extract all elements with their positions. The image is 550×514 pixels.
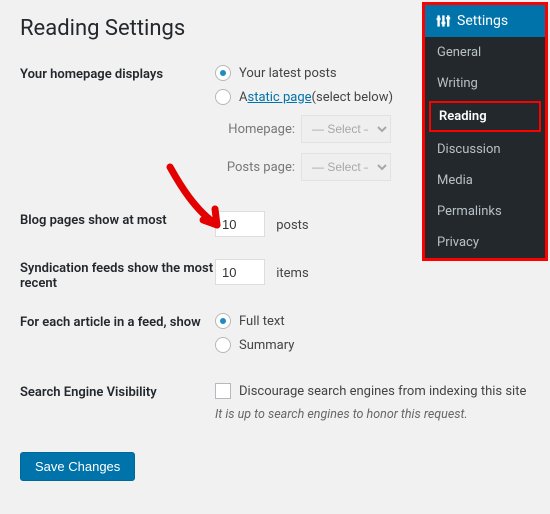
row-search-visibility: Search Engine Visibility Discourage sear… [20,383,530,422]
checkbox-discourage-input[interactable] [215,383,231,399]
radio-latest-posts-input[interactable] [215,65,231,81]
blog-pages-input[interactable] [215,211,265,237]
sidebar-item-media[interactable]: Media [425,165,545,196]
sidebar-header-label: Settings [457,13,508,29]
radio-summary-label: Summary [239,338,294,353]
label-blog-pages: Blog pages show at most [20,211,215,228]
syndication-input[interactable] [215,259,265,285]
row-syndication: Syndication feeds show the most recent i… [20,259,530,291]
label-feed-article: For each article in a feed, show [20,313,215,330]
blog-pages-unit: posts [276,218,308,233]
radio-latest-posts-label: Your latest posts [239,66,337,81]
label-syndication: Syndication feeds show the most recent [20,259,215,291]
checkbox-discourage[interactable]: Discourage search engines from indexing … [215,383,530,399]
postspage-select[interactable]: — Select — [301,153,391,181]
radio-static-page-input[interactable] [215,89,231,105]
radio-summary-input[interactable] [215,337,231,353]
radio-full-text-input[interactable] [215,313,231,329]
sidebar-header[interactable]: Settings [425,5,545,37]
settings-sidebar: Settings General Writing Reading Discuss… [422,2,548,261]
static-page-link[interactable]: static page [247,90,311,105]
sidebar-item-privacy[interactable]: Privacy [425,227,545,258]
save-changes-button[interactable]: Save Changes [20,452,135,481]
label-search-visibility: Search Engine Visibility [20,383,215,400]
search-visibility-hint: It is up to search engines to honor this… [215,407,530,422]
homepage-select-label: Homepage: [215,122,295,137]
row-feed-article: For each article in a feed, show Full te… [20,313,530,361]
syndication-unit: items [276,266,308,281]
sidebar-item-discussion[interactable]: Discussion [425,134,545,165]
sidebar-item-permalinks[interactable]: Permalinks [425,196,545,227]
sidebar-item-writing[interactable]: Writing [425,68,545,99]
postspage-select-label: Posts page: [215,160,295,175]
homepage-select[interactable]: — Select — [301,115,391,143]
sidebar-item-reading[interactable]: Reading [429,101,541,132]
checkbox-discourage-label: Discourage search engines from indexing … [239,384,526,399]
settings-icon [435,13,451,29]
radio-full-text[interactable]: Full text [215,313,530,329]
radio-summary[interactable]: Summary [215,337,530,353]
radio-static-prefix: A [239,90,247,105]
radio-full-text-label: Full text [239,314,285,329]
sidebar-item-general[interactable]: General [425,37,545,68]
radio-static-suffix: (select below) [312,90,393,105]
label-homepage: Your homepage displays [20,65,215,82]
